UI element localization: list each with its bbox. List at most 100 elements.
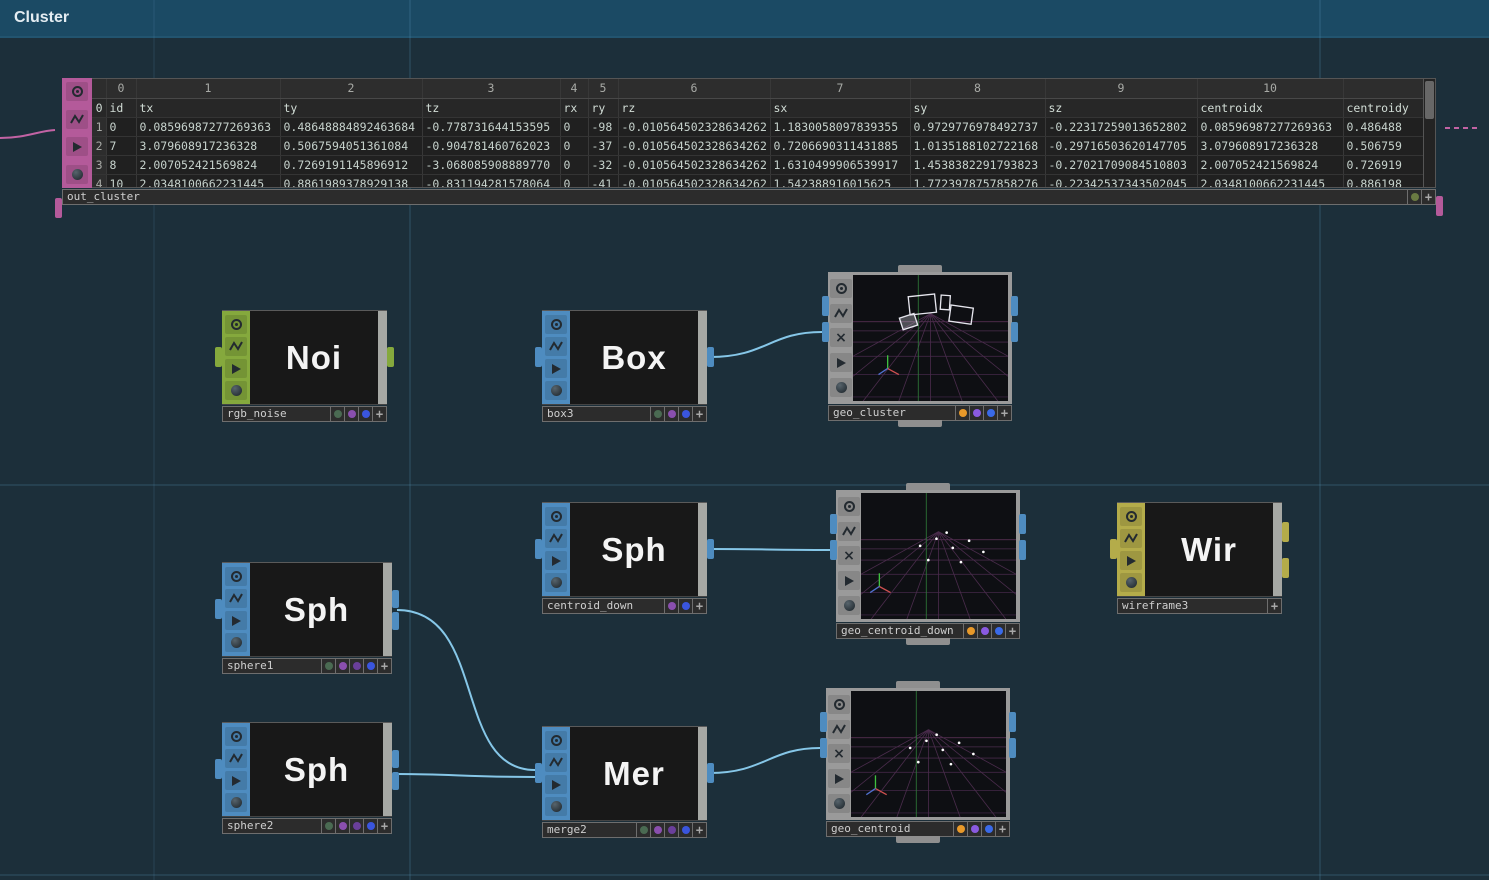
wire-sphere2-merge2[interactable] <box>397 774 535 777</box>
table-cell[interactable]: -3.068085908889770 <box>422 155 560 174</box>
arrow-flag-icon[interactable] <box>838 571 860 590</box>
table-cell[interactable]: 0.5067594051361084 <box>280 136 422 155</box>
x-flag-icon[interactable]: × <box>828 744 850 763</box>
output-connector-1[interactable] <box>1009 712 1016 732</box>
row-index-cell[interactable]: 1 <box>92 117 106 136</box>
lock-flag-icon[interactable] <box>225 381 247 400</box>
add-flag-button[interactable]: + <box>693 406 707 422</box>
wire-sphere1-merge2[interactable] <box>397 610 535 770</box>
wire-centroid-down-geo-centroid-down[interactable] <box>710 549 830 550</box>
input-connector[interactable] <box>1110 539 1117 559</box>
color-dot-blue[interactable] <box>679 822 693 838</box>
color-dot-blue[interactable] <box>364 818 378 834</box>
table-cell[interactable]: 7 <box>106 136 136 155</box>
output-connector-1[interactable] <box>392 750 399 768</box>
bypass-flag-icon[interactable] <box>545 529 567 548</box>
node-rgb-noise[interactable]: Noi rgb_noise + <box>222 310 387 422</box>
viewer-flag-icon[interactable] <box>828 695 850 714</box>
bypass-flag-icon[interactable] <box>225 749 247 768</box>
color-dot-purple[interactable] <box>651 822 665 838</box>
node-box3[interactable]: Box box3 + <box>542 310 707 422</box>
table-cell[interactable]: -0.27021709084510803 <box>1045 155 1197 174</box>
viewer-flag-icon[interactable] <box>545 731 567 750</box>
table-cell[interactable]: centroidx <box>1197 98 1343 117</box>
input-connector[interactable] <box>535 347 542 367</box>
arrow-flag-icon[interactable] <box>545 775 567 794</box>
row-index-cell[interactable]: 0 <box>92 98 106 117</box>
wire-merge2-geo-centroid[interactable] <box>710 748 820 773</box>
color-dot-orange[interactable] <box>954 821 968 837</box>
table-cell[interactable]: 0 <box>560 174 588 188</box>
viewer-flag-icon[interactable] <box>838 497 860 516</box>
table-cell[interactable]: 2.0348100662231445 <box>136 174 280 188</box>
table-cell[interactable]: 0.7206690311431885 <box>770 136 910 155</box>
row-index-cell[interactable]: 3 <box>92 155 106 174</box>
bypass-flag-icon[interactable] <box>66 110 88 129</box>
bypass-flag-icon[interactable] <box>225 337 247 356</box>
table-cell[interactable]: 6 <box>618 79 770 98</box>
table-cell[interactable]: centroidy <box>1343 98 1424 117</box>
node-body[interactable]: Sph <box>250 723 383 816</box>
table-cell[interactable]: sx <box>770 98 910 117</box>
color-dot-purple[interactable] <box>665 598 679 614</box>
geometry-viewer[interactable] <box>851 691 1006 817</box>
color-dot-orange[interactable] <box>964 623 978 639</box>
output-connector-2[interactable] <box>1009 738 1016 758</box>
arrow-flag-icon[interactable] <box>225 611 247 630</box>
input-connector[interactable] <box>215 599 222 619</box>
row-index-cell[interactable]: 4 <box>92 174 106 188</box>
wire-in-out-cluster[interactable] <box>0 130 55 138</box>
table-cell[interactable]: 3 <box>422 79 560 98</box>
lock-flag-icon[interactable] <box>545 797 567 816</box>
table-cell[interactable]: tz <box>422 98 560 117</box>
arrow-flag-icon[interactable] <box>66 137 88 156</box>
table-cell[interactable]: 0.8861989378929138 <box>280 174 422 188</box>
table-cell[interactable]: rz <box>618 98 770 117</box>
output-connector-2[interactable] <box>392 772 399 790</box>
table-cell[interactable]: 0.726919 <box>1343 155 1424 174</box>
table-cell[interactable]: 2.0348100662231445 <box>1197 174 1343 188</box>
node-body[interactable]: Sph <box>570 503 698 596</box>
viewer-flag-icon[interactable] <box>545 315 567 334</box>
color-dot-blue[interactable] <box>679 406 693 422</box>
table-cell[interactable]: 0.08596987277269363 <box>1197 117 1343 136</box>
node-label[interactable]: rgb_noise <box>222 406 331 422</box>
output-connector[interactable] <box>707 539 714 559</box>
table-cell[interactable]: 3.079608917236328 <box>1197 136 1343 155</box>
lock-flag-icon[interactable] <box>828 794 850 813</box>
table-cell[interactable]: -0.010564502328634262 <box>618 117 770 136</box>
lock-flag-icon[interactable] <box>225 793 247 812</box>
add-flag-button[interactable]: + <box>998 405 1012 421</box>
color-dot-green[interactable] <box>637 822 651 838</box>
lock-flag-icon[interactable] <box>545 573 567 592</box>
table-cell[interactable]: 3.079608917236328 <box>136 136 280 155</box>
color-dot-blue[interactable] <box>982 821 996 837</box>
table-cell[interactable]: 1 <box>136 79 280 98</box>
table-cell[interactable]: 0.486488 <box>1343 117 1424 136</box>
color-dot-blue[interactable] <box>984 405 998 421</box>
lock-flag-icon[interactable] <box>830 378 852 397</box>
lock-flag-icon[interactable] <box>838 596 860 615</box>
table-cell[interactable]: 0.7269191145896912 <box>280 155 422 174</box>
arrow-flag-icon[interactable] <box>545 359 567 378</box>
table-cell[interactable]: -0.22317259013652802 <box>1045 117 1197 136</box>
viewer-flag-icon[interactable] <box>545 507 567 526</box>
table-cell[interactable]: -0.778731644153595 <box>422 117 560 136</box>
node-geo-cluster[interactable]: × geo_cluster + <box>828 265 1012 427</box>
table-cell[interactable]: -41 <box>588 174 618 188</box>
table-cell[interactable]: 0 <box>106 117 136 136</box>
output-connector-2[interactable] <box>1282 558 1289 578</box>
add-flag-button[interactable]: + <box>693 598 707 614</box>
geometry-viewer[interactable] <box>853 275 1008 401</box>
table-cell[interactable]: 0 <box>560 117 588 136</box>
bypass-flag-icon[interactable] <box>1120 529 1142 548</box>
node-label[interactable]: geo_centroid <box>826 821 954 837</box>
bypass-flag-icon[interactable] <box>828 720 850 739</box>
input-connector-2[interactable] <box>830 540 837 560</box>
color-dot-purple2[interactable] <box>350 818 364 834</box>
color-dot-olive[interactable] <box>1408 189 1422 205</box>
node-label[interactable]: wireframe3 <box>1117 598 1268 614</box>
add-flag-button[interactable]: + <box>373 406 387 422</box>
node-label[interactable]: sphere1 <box>222 658 322 674</box>
table-cell[interactable]: 2 <box>280 79 422 98</box>
